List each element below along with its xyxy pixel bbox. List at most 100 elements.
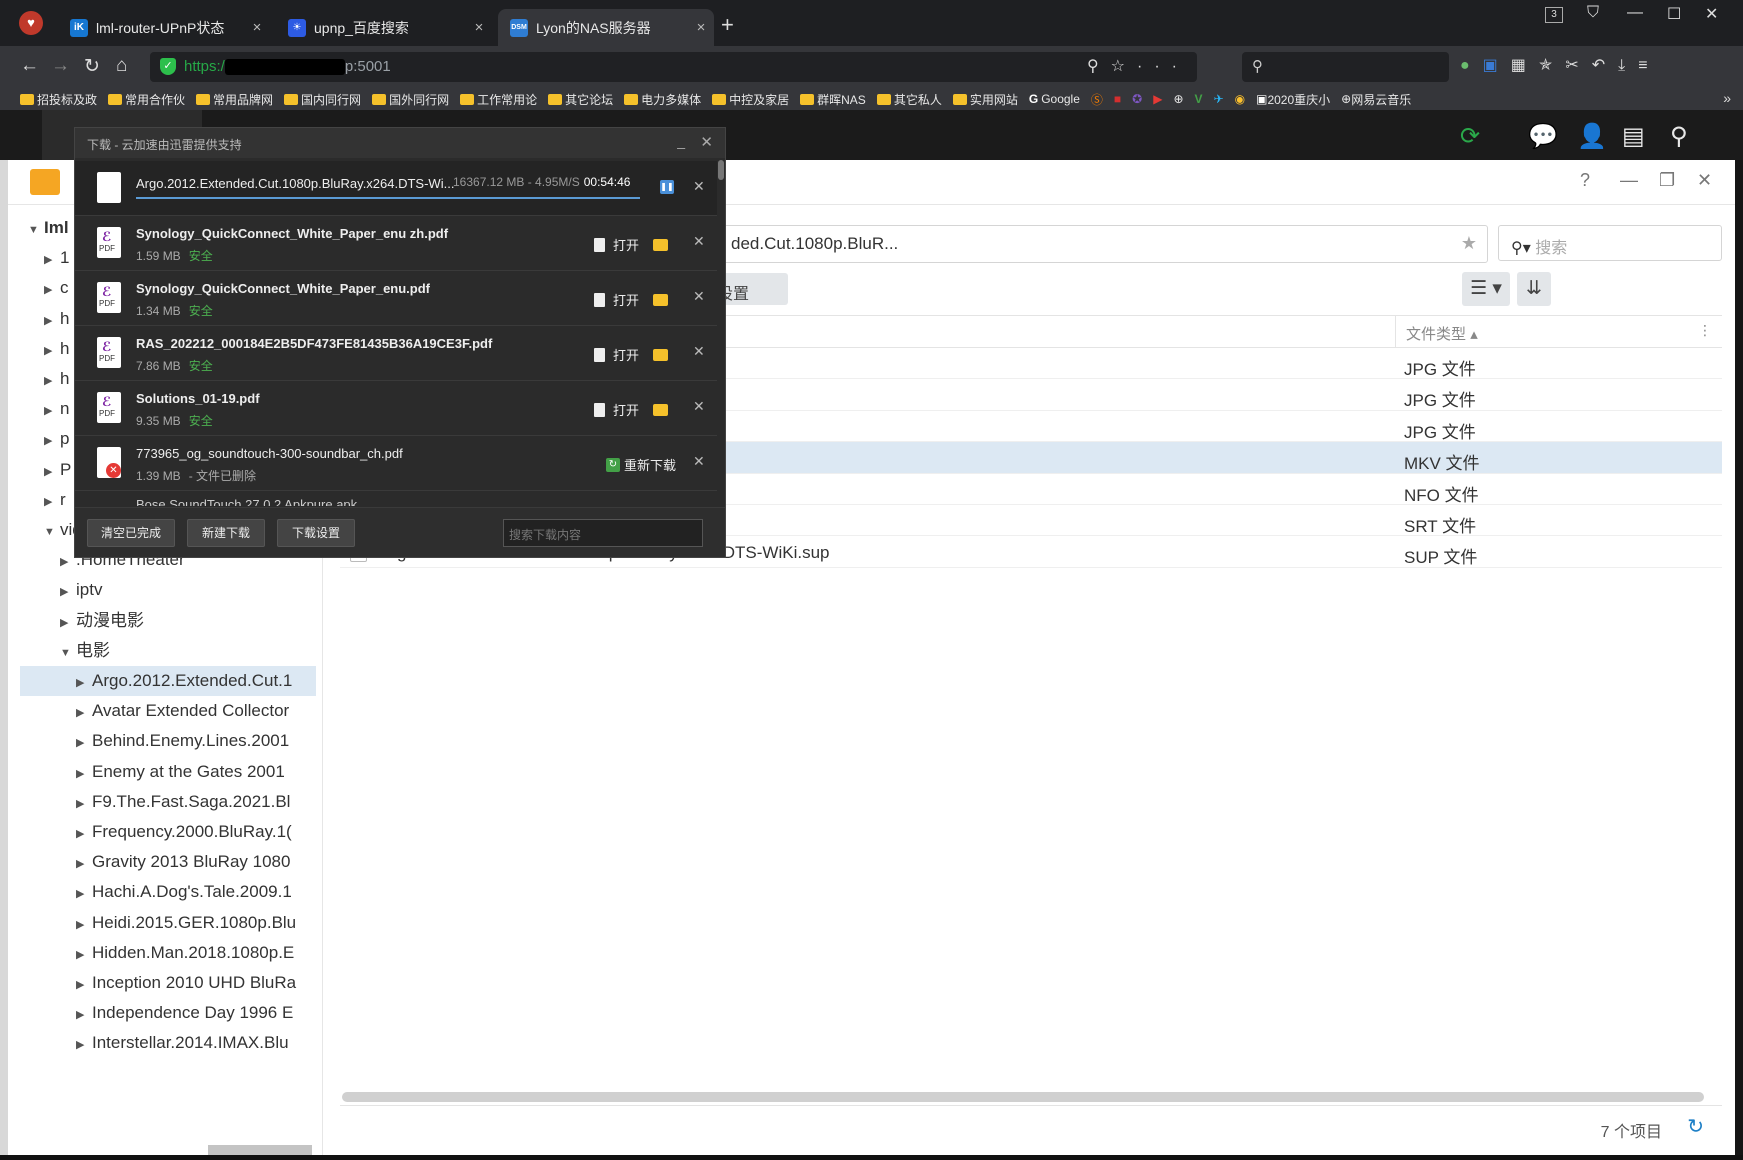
column-file-type[interactable]: 文件类型 ▴ xyxy=(1395,316,1705,347)
caret-down-icon[interactable]: ▼ xyxy=(60,638,76,666)
tree-item[interactable]: ▼ 电影 xyxy=(20,636,316,666)
caret-right-icon[interactable]: ▶ xyxy=(44,336,60,364)
tree-item[interactable]: ▶ Behind.Enemy.Lines.2001 xyxy=(20,726,316,756)
menu-icon[interactable]: ≡ xyxy=(1638,57,1660,74)
tab-nas[interactable]: DSM Lyon的NAS服务器 × xyxy=(498,9,714,46)
caret-right-icon[interactable]: ▶ xyxy=(76,849,92,877)
bookmark-folder[interactable]: 国内同行网 xyxy=(284,91,361,108)
caret-right-icon[interactable]: ▶ xyxy=(44,457,60,485)
tree-scrollbar[interactable] xyxy=(208,1145,312,1155)
bookmark-folder[interactable]: 招投标及政 xyxy=(20,91,97,108)
bookmarks-overflow-icon[interactable]: » xyxy=(1723,90,1731,106)
download-item[interactable]: ℰ PDF Synology_QuickConnect_White_Paper_en… xyxy=(75,216,717,271)
bookmark-folder[interactable]: 常用品牌网 xyxy=(196,91,273,108)
caret-down-icon[interactable]: ▼ xyxy=(44,517,60,545)
caret-right-icon[interactable]: ▶ xyxy=(76,759,92,787)
notification-icon[interactable]: 💬 xyxy=(1528,122,1558,151)
download-icon[interactable]: ⤓ xyxy=(1618,57,1638,74)
tab-count-badge[interactable]: 3 xyxy=(1545,7,1563,23)
open-button[interactable]: 打开 xyxy=(613,290,639,309)
bookmark-folder[interactable]: 常用合作伙 xyxy=(108,91,185,108)
file-search-input[interactable]: ⚲▾ 搜索 xyxy=(1498,225,1722,261)
address-bar[interactable]: ✓ https:/ p:5001 ⚲☆··· xyxy=(150,52,1197,82)
remove-download-icon[interactable]: ✕ xyxy=(693,288,705,305)
list-view-button[interactable]: ☰ ▾ xyxy=(1462,272,1510,306)
bookmark-telegram[interactable]: ✈ xyxy=(1214,92,1224,106)
tab-baidu[interactable]: ☀ upnp_百度搜索 × xyxy=(276,9,492,46)
document-icon[interactable] xyxy=(594,402,605,417)
clear-completed-button[interactable]: 清空已完成 xyxy=(87,519,175,547)
caret-right-icon[interactable]: ▶ xyxy=(76,1000,92,1028)
download-item[interactable]: ℰ PDF RAS_202212_000184E2B5DF473FE81435B36… xyxy=(75,326,717,381)
bookmark-red[interactable]: ■ xyxy=(1114,92,1121,106)
open-button[interactable]: 打开 xyxy=(613,345,639,364)
scissors-icon[interactable]: ✂ xyxy=(1565,57,1591,74)
caret-right-icon[interactable]: ▶ xyxy=(76,910,92,938)
tree-item[interactable]: ▶ Argo.2012.Extended.Cut.1 xyxy=(20,666,316,696)
bookmark-folder[interactable]: 国外同行网 xyxy=(372,91,449,108)
download-item[interactable]: ℰ PDF Synology_QuickConnect_White_Paper_en… xyxy=(75,271,717,326)
caret-right-icon[interactable]: ▶ xyxy=(76,668,92,696)
new-tab-icon[interactable]: + xyxy=(721,12,734,38)
bookmark-s[interactable]: Ⓢ xyxy=(1091,91,1103,108)
tree-item[interactable]: ▶ Heidi.2015.GER.1080p.Blu xyxy=(20,908,316,938)
window-close-icon[interactable]: ✕ xyxy=(1697,170,1712,191)
document-icon[interactable] xyxy=(594,347,605,362)
window-restore-icon[interactable]: ❐ xyxy=(1659,170,1675,191)
download-scrollbar[interactable] xyxy=(718,160,724,180)
minimize-icon[interactable]: — xyxy=(1627,4,1643,22)
tree-item[interactable]: ▶ 动漫电影 xyxy=(20,606,316,636)
tab-close-icon[interactable]: × xyxy=(244,19,270,36)
pause-icon[interactable]: ❚❚ xyxy=(660,180,674,194)
caret-right-icon[interactable]: ▶ xyxy=(44,275,60,303)
bookmark-folder[interactable]: 工作常用论 xyxy=(460,91,537,108)
remove-download-icon[interactable]: ✕ xyxy=(693,398,705,415)
bookmark-folder[interactable]: 其它论坛 xyxy=(548,91,613,108)
help-icon[interactable]: ? xyxy=(1580,170,1590,191)
apps-grid-icon[interactable]: ▦ xyxy=(1511,57,1539,74)
open-button[interactable]: 打开 xyxy=(613,400,639,419)
bookmark-globe[interactable]: ⊕ xyxy=(1173,92,1183,106)
new-download-button[interactable]: 新建下载 xyxy=(187,519,265,547)
download-item[interactable]: ℰ PDF Solutions_01-19.pdf 9.35 MB 安全 打开 ✕ xyxy=(75,381,717,436)
caret-right-icon[interactable]: ▶ xyxy=(44,245,60,273)
bookmark-folder[interactable]: 群晖NAS xyxy=(800,91,866,108)
tree-item[interactable]: ▶ Hachi.A.Dog's.Tale.2009.1 xyxy=(20,877,316,907)
browser-search-box[interactable]: ⚲ xyxy=(1242,52,1449,82)
favorites-icon[interactable]: ✯ xyxy=(1539,57,1565,74)
panel-close-icon[interactable]: ✕ xyxy=(700,133,713,151)
shirt-icon[interactable]: ⛉ xyxy=(1587,4,1599,22)
download-item-active[interactable]: Argo.2012.Extended.Cut.1080p.BluRay.x264… xyxy=(75,161,717,216)
document-icon[interactable] xyxy=(594,237,605,252)
redownload-button[interactable]: ↻ 重新下载 xyxy=(606,455,676,474)
caret-right-icon[interactable]: ▶ xyxy=(76,698,92,726)
caret-down-icon[interactable]: ▼ xyxy=(28,215,44,243)
caret-right-icon[interactable]: ▶ xyxy=(76,728,92,756)
caret-right-icon[interactable]: ▶ xyxy=(44,426,60,454)
browser-logo-icon[interactable]: ♥ xyxy=(19,11,43,35)
tree-item[interactable]: ▶ Frequency.2000.BluRay.1( xyxy=(20,817,316,847)
tree-item[interactable]: ▶ Hidden.Man.2018.1080p.E xyxy=(20,938,316,968)
bookmark-chrome[interactable]: ◉ xyxy=(1235,92,1245,106)
document-icon[interactable] xyxy=(594,292,605,307)
remove-download-icon[interactable]: ✕ xyxy=(693,233,705,250)
bookmark-star-icon[interactable]: ☆ xyxy=(1111,58,1137,75)
tree-item[interactable]: ▶ iptv xyxy=(20,575,316,605)
extension-icon[interactable]: ▣ xyxy=(1483,57,1511,74)
caret-right-icon[interactable]: ▶ xyxy=(76,789,92,817)
refresh-icon[interactable]: ↻ xyxy=(1687,1114,1704,1139)
widgets-icon[interactable]: ▤ xyxy=(1622,122,1645,151)
caret-right-icon[interactable]: ▶ xyxy=(76,819,92,847)
caret-right-icon[interactable]: ▶ xyxy=(44,366,60,394)
user-icon[interactable]: 👤 xyxy=(1577,122,1607,151)
caret-right-icon[interactable]: ▶ xyxy=(44,396,60,424)
reload-icon[interactable]: ↻ xyxy=(84,55,100,78)
close-icon[interactable]: ✕ xyxy=(1705,4,1718,24)
download-settings-button[interactable]: 下载设置 xyxy=(277,519,355,547)
favorite-star-icon[interactable]: ★ xyxy=(1461,233,1477,254)
open-folder-icon[interactable] xyxy=(653,238,669,251)
tab-close-icon[interactable]: × xyxy=(466,19,492,36)
bookmark-v[interactable]: V xyxy=(1195,92,1203,106)
column-menu-icon[interactable]: ⋮ xyxy=(1698,322,1712,339)
download-search-input[interactable]: 搜索下载内容 xyxy=(503,519,703,547)
